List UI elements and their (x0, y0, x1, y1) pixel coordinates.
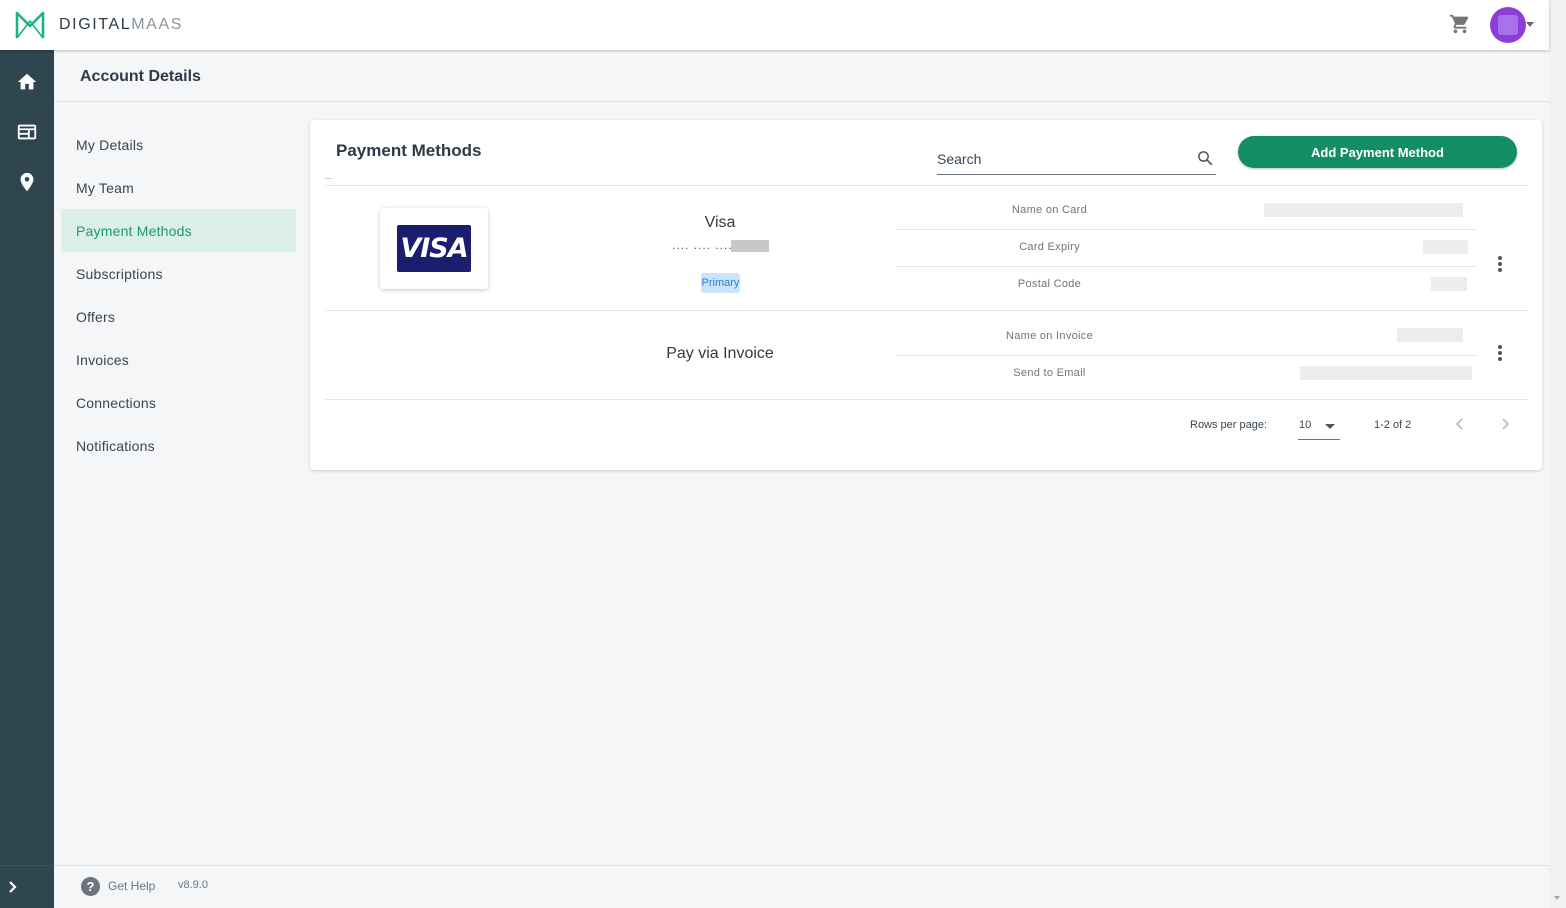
app-version: v8.9.0 (178, 879, 208, 891)
more-options-icon[interactable] (1497, 256, 1503, 274)
card-title: Payment Methods (336, 141, 482, 160)
page-scrollbar[interactable] (1549, 0, 1566, 908)
brand-logo[interactable]: DIGITALMAAS (13, 8, 183, 42)
redacted-postal-code (1431, 277, 1467, 291)
top-app-bar: DIGITALMAAS (0, 0, 1549, 50)
location-pin-icon[interactable] (16, 171, 38, 193)
table-footer-divider (325, 399, 1527, 400)
redacted-send-to-email (1300, 366, 1472, 380)
header-tick (325, 178, 332, 179)
primary-badge: Primary (701, 273, 740, 293)
rows-per-page-select[interactable]: 10 (1298, 413, 1340, 440)
nav-item-notifications[interactable]: Notifications (61, 424, 296, 467)
shopping-cart-icon[interactable] (1449, 13, 1471, 35)
help-icon[interactable]: ? (81, 877, 100, 896)
home-icon[interactable] (16, 71, 38, 93)
account-menu-caret-icon[interactable] (1526, 22, 1534, 27)
nav-item-my-details[interactable]: My Details (61, 123, 296, 166)
user-avatar[interactable] (1490, 7, 1526, 43)
nav-item-invoices[interactable]: Invoices (61, 338, 296, 381)
field-label-send-to-email: Send to Email (1013, 367, 1086, 379)
scrollbar-thumb[interactable] (1552, 8, 1563, 900)
header-divider (54, 101, 1549, 102)
next-page-icon[interactable] (1498, 417, 1512, 431)
search-input[interactable]: Search (937, 147, 1216, 175)
brand-name-bold: DIGITAL (59, 16, 132, 33)
footer-divider (54, 865, 1549, 866)
payment-method-name: Pay via Invoice (666, 345, 774, 362)
more-options-icon[interactable] (1497, 345, 1503, 363)
redacted-name-on-invoice (1397, 328, 1463, 342)
payment-methods-card: Payment Methods Search Add Payment Metho… (310, 120, 1542, 470)
field-divider (897, 355, 1477, 356)
account-side-nav: My Details My Team Payment Methods Subsc… (61, 123, 296, 467)
redacted-card-digits (731, 240, 769, 252)
table-row-divider (325, 310, 1527, 311)
previous-page-icon[interactable] (1453, 417, 1467, 431)
redacted-name-on-card (1264, 203, 1463, 217)
visa-logo: VISA (397, 225, 471, 272)
rows-per-page-value: 10 (1299, 419, 1312, 431)
brand-name: DIGITALMAAS (59, 16, 183, 34)
nav-item-offers[interactable]: Offers (61, 295, 296, 338)
search-placeholder: Search (937, 151, 982, 167)
dashboard-card-icon[interactable] (16, 121, 38, 143)
rail-footer (0, 865, 54, 908)
field-label-card-expiry: Card Expiry (1019, 241, 1080, 253)
redacted-card-expiry (1423, 240, 1468, 254)
visa-card-image: VISA (380, 208, 488, 289)
add-payment-method-button[interactable]: Add Payment Method (1238, 136, 1517, 168)
field-label-name-on-invoice: Name on Invoice (1005, 330, 1094, 342)
digitalmaas-logo-icon (15, 11, 45, 39)
field-label-name-on-card: Name on Card (1011, 204, 1088, 216)
nav-item-payment-methods[interactable]: Payment Methods (61, 209, 296, 252)
nav-item-connections[interactable]: Connections (61, 381, 296, 424)
left-rail (0, 50, 54, 908)
avatar-image (1498, 15, 1518, 35)
chevron-right-icon[interactable] (6, 880, 20, 894)
payment-method-name: Visa (704, 214, 736, 231)
brand-name-light: MAAS (131, 16, 183, 33)
field-divider (897, 266, 1477, 267)
field-divider (897, 229, 1477, 230)
dropdown-caret-icon (1325, 424, 1335, 429)
scroll-down-arrow-icon[interactable] (1554, 896, 1560, 900)
masked-card-number: .... .... .... (672, 238, 733, 252)
table-header-divider (325, 185, 1527, 186)
get-help-link[interactable]: Get Help (108, 879, 155, 893)
pagination-range: 1-2 of 2 (1374, 419, 1412, 431)
field-label-postal-code: Postal Code (1017, 278, 1082, 290)
nav-item-my-team[interactable]: My Team (61, 166, 296, 209)
nav-item-subscriptions[interactable]: Subscriptions (61, 252, 296, 295)
search-icon[interactable] (1196, 149, 1214, 167)
page-title: Account Details (80, 68, 201, 85)
rows-per-page-label: Rows per page: (1190, 419, 1268, 431)
